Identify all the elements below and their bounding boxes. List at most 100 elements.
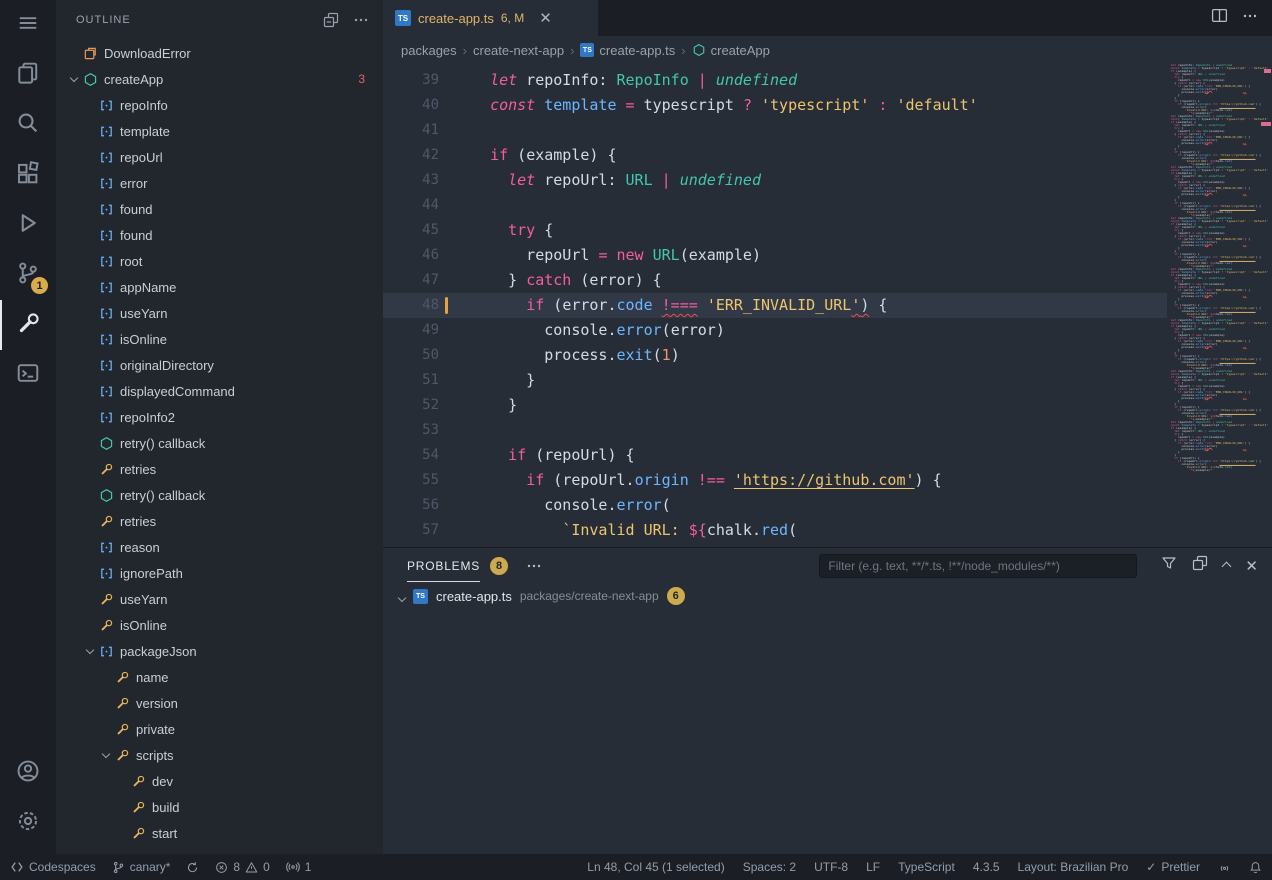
outline-item[interactable]: version [56,690,383,716]
sync-button[interactable] [186,861,199,874]
code-line[interactable]: 43 let repoUrl: URL | undefined [383,168,1167,193]
outline-item[interactable]: useYarn [56,300,383,326]
tab-create-app[interactable]: TS create-app.ts 6, M ✕ [383,0,598,36]
layout-indicator[interactable]: Layout: Brazilian Pro [1018,860,1129,874]
code-line[interactable]: 55 if (repoUrl.origin !== 'https://githu… [383,468,1167,493]
outline-item[interactable]: displayedCommand [56,378,383,404]
outline-item[interactable]: DownloadError [56,40,383,66]
code-line[interactable]: 40 const template = typescript ? 'typesc… [383,93,1167,118]
code-line[interactable]: 46 repoUrl = new URL(example) [383,243,1167,268]
indentation[interactable]: Spaces: 2 [743,860,796,874]
outline-item[interactable]: appName [56,274,383,300]
extensions-button[interactable] [0,150,56,200]
outline-item[interactable]: retries [56,508,383,534]
remote-indicator[interactable]: Codespaces [10,860,96,874]
code-line[interactable]: 47 } catch (error) { [383,268,1167,293]
code-line[interactable]: 53 [383,418,1167,443]
outline-item[interactable]: isOnline [56,326,383,352]
outline-item[interactable]: template [56,118,383,144]
outline-item[interactable]: repoInfo [56,92,383,118]
code-line[interactable]: 52 } [383,393,1167,418]
problems-summary[interactable]: 8 0 [215,860,269,874]
chevron-down-icon[interactable] [66,78,82,81]
outline-item[interactable]: build [56,794,383,820]
outline-item[interactable]: ignorePath [56,560,383,586]
source-control-button[interactable]: 1 [0,250,56,300]
outline-item[interactable]: scripts [56,742,383,768]
code-line[interactable]: 51 } [383,368,1167,393]
minimap[interactable]: let repoInfo: RepoInfo | undefined const… [1167,64,1272,547]
outline-item[interactable]: private [56,716,383,742]
outline-item[interactable]: found [56,222,383,248]
breadcrumb-symbol[interactable]: createApp [692,43,770,58]
code-line[interactable]: 48 if (error.code !=== 'ERR_INVALID_URL'… [383,293,1167,318]
code-line[interactable]: 54 if (repoUrl) { [383,443,1167,468]
more-actions-icon[interactable] [526,558,542,574]
cursor-position[interactable]: Ln 48, Col 45 (1 selected) [587,860,724,874]
breadcrumb-file[interactable]: TS create-app.ts [580,43,675,58]
code-line[interactable]: 58 `"${example}"` [383,543,1167,547]
outline-item[interactable]: originalDirectory [56,352,383,378]
filter-icon[interactable] [1161,555,1177,576]
code-line[interactable]: 57 `Invalid URL: ${chalk.red( [383,518,1167,543]
code-line[interactable]: 50 process.exit(1) [383,343,1167,368]
panel-terminal-button[interactable] [0,350,56,400]
more-actions-icon[interactable] [353,12,369,28]
remote-tools-button[interactable] [0,300,56,350]
eol-sequence[interactable]: LF [866,860,880,874]
outline-item[interactable]: packageJson [56,638,383,664]
outline-item[interactable]: retries [56,456,383,482]
account-button[interactable] [0,748,56,798]
close-panel-icon[interactable]: ✕ [1245,557,1258,575]
explorer-button[interactable] [0,50,56,100]
breadcrumb-packages[interactable]: packages [401,43,457,58]
encoding[interactable]: UTF-8 [814,860,848,874]
more-actions-icon[interactable] [1242,8,1258,29]
chevron-down-icon[interactable] [98,754,114,757]
problems-filter-input[interactable] [819,554,1137,578]
outline-item[interactable]: repoUrl [56,144,383,170]
search-button[interactable] [0,100,56,150]
code-line[interactable]: 45 try { [383,218,1167,243]
outline-item[interactable]: name [56,664,383,690]
settings-button[interactable] [0,798,56,848]
code-line[interactable]: 42 if (example) { [383,143,1167,168]
outline-item[interactable]: dev [56,768,383,794]
outline-item[interactable]: error [56,170,383,196]
outline-item[interactable]: root [56,248,383,274]
outline-item[interactable]: repoInfo2 [56,404,383,430]
chevron-down-icon[interactable] [82,650,98,653]
outline-item[interactable]: createApp3 [56,66,383,92]
outline-item[interactable]: isOnline [56,612,383,638]
typescript-version[interactable]: 4.3.5 [973,860,1000,874]
code-editor[interactable]: 39 let repoInfo: RepoInfo | undefined40 … [383,64,1272,547]
branch-indicator[interactable]: canary* [112,860,171,874]
outline-item[interactable]: start [56,820,383,846]
code-line[interactable]: 41 [383,118,1167,143]
run-debug-button[interactable] [0,200,56,250]
ports-indicator[interactable]: 1 [286,860,312,874]
split-editor-icon[interactable] [1211,7,1228,29]
outline-item[interactable]: useYarn [56,586,383,612]
outline-item[interactable]: found [56,196,383,222]
outline-item[interactable]: retry() callback [56,430,383,456]
code-line[interactable]: 49 console.error(error) [383,318,1167,343]
menu-button[interactable] [0,0,56,50]
outline-item[interactable]: reason [56,534,383,560]
code-line[interactable]: 39 let repoInfo: RepoInfo | undefined [383,68,1167,93]
maximize-panel-icon[interactable] [1223,557,1230,575]
tab-close-icon[interactable]: ✕ [539,9,552,27]
chevron-down-icon[interactable] [399,589,405,604]
code-line[interactable]: 44 [383,193,1167,218]
outline-item[interactable]: retry() callback [56,482,383,508]
breadcrumb-create-next-app[interactable]: create-next-app [473,43,564,58]
language-mode[interactable]: TypeScript [898,860,955,874]
notifications-button[interactable] [1249,861,1262,874]
feedback-button[interactable] [1218,861,1231,874]
group-by-icon[interactable] [1192,555,1208,576]
formatter-indicator[interactable]: ✓Prettier [1146,860,1200,874]
tab-problems[interactable]: PROBLEMS [407,550,480,582]
code-line[interactable]: 56 console.error( [383,493,1167,518]
problems-file-row[interactable]: TScreate-app.tspackages/create-next-app6 [383,583,1272,609]
collapse-all-icon[interactable] [323,12,339,28]
